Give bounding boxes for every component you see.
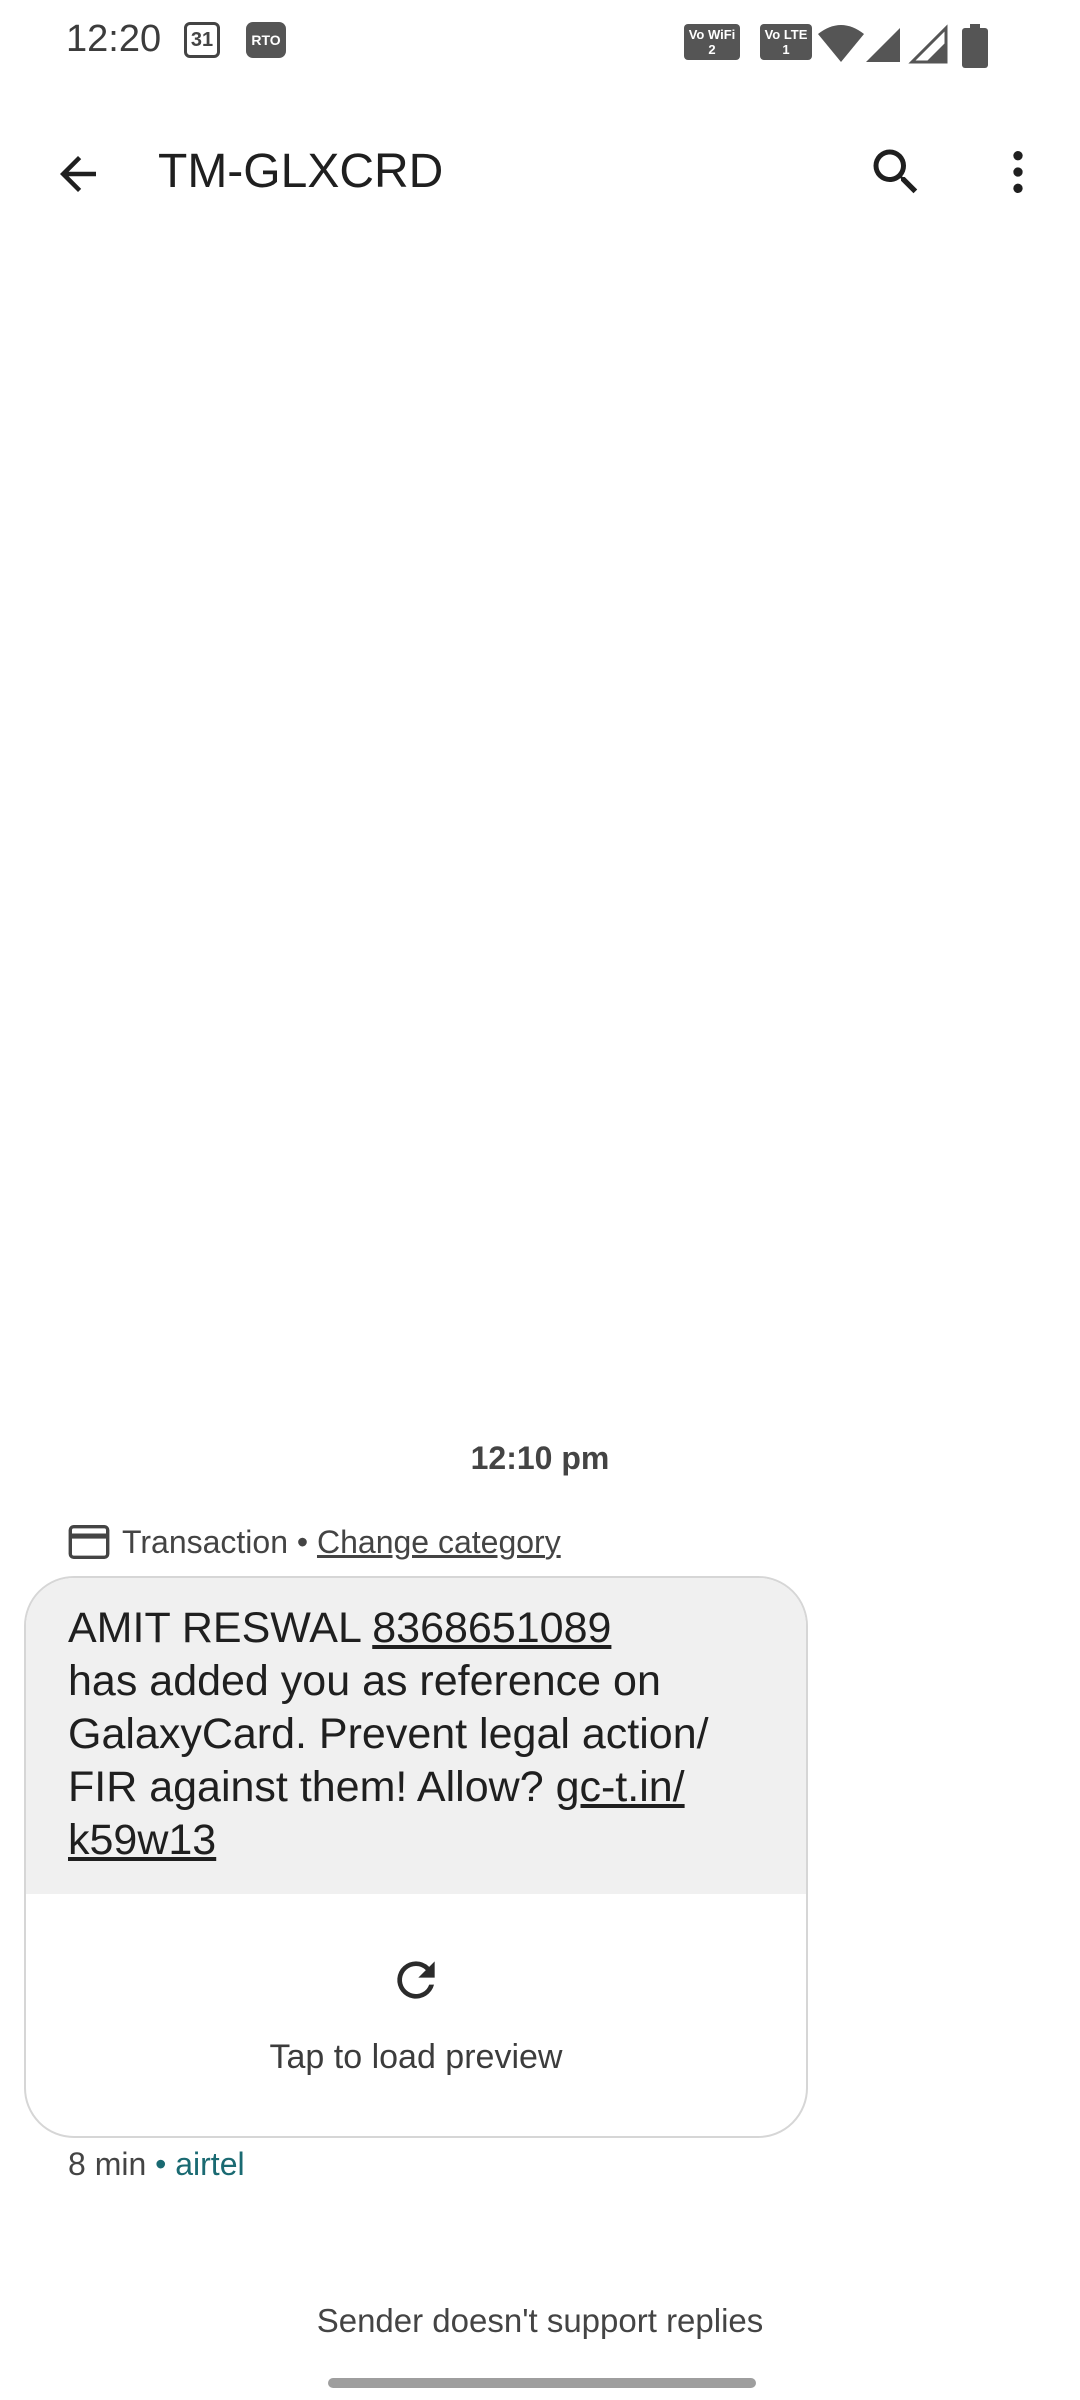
category-row: Transaction • Change category (68, 1520, 561, 1564)
home-indicator[interactable] (328, 2378, 756, 2388)
search-icon (873, 149, 918, 194)
message-text: AMIT RESWAL 8368651089 has added you as … (26, 1578, 806, 1894)
sender-name: AMIT RESWAL (68, 1604, 361, 1652)
more-vert-icon (1013, 151, 1023, 193)
message-age: 8 min (68, 2146, 147, 2182)
link-preview[interactable]: Tap to load preview (26, 1894, 806, 2136)
status-bar: 12:20 31 RTO Vo WiFi 2 Vo LTE 1 (0, 0, 1080, 90)
search-button[interactable] (858, 134, 934, 210)
message-meta: 8 min • airtel (68, 2146, 245, 2183)
signal-icon (866, 28, 900, 62)
conversation-title: TM-GLXCRD (158, 145, 444, 198)
wifi-icon (818, 25, 864, 62)
calendar-icon: 31 (184, 22, 220, 58)
credit-card-icon (68, 1525, 110, 1559)
vowifi-indicator: Vo WiFi 2 (684, 24, 740, 60)
meta-separator: • (146, 2146, 176, 2182)
signal-icon-2 (908, 24, 948, 64)
reply-notice: Sender doesn't support replies (316, 2302, 764, 2339)
battery-icon (962, 24, 988, 68)
change-category-link[interactable]: Change category (317, 1524, 561, 1561)
category-separator: • (288, 1523, 317, 1560)
volte-indicator: Vo LTE 1 (760, 24, 812, 60)
app-bar: TM-GLXCRD (0, 110, 1080, 230)
back-button[interactable] (40, 136, 116, 212)
carrier-label: airtel (175, 2146, 245, 2182)
load-preview-label: Tap to load preview (269, 2038, 563, 2076)
more-options-button[interactable] (980, 134, 1056, 210)
back-arrow-icon (60, 156, 96, 192)
status-time: 12:20 (66, 18, 162, 60)
message-timestamp: 12:10 pm (470, 1440, 610, 1476)
message-bubble[interactable]: AMIT RESWAL 8368651089 has added you as … (24, 1576, 808, 2138)
phone-number-link[interactable]: 8368651089 (372, 1604, 611, 1652)
refresh-icon (397, 1961, 435, 1999)
category-label: Transaction (122, 1523, 288, 1560)
rto-icon: RTO (246, 22, 286, 58)
